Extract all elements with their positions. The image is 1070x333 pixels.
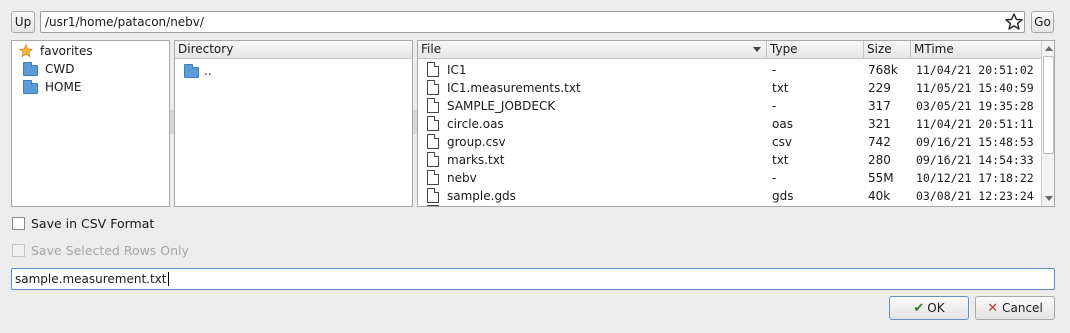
file-icon — [427, 188, 439, 203]
file-name: nebv — [447, 171, 477, 185]
file-mtime: 11/04/21 20:51:02 — [916, 63, 1034, 77]
text-cursor — [167, 272, 169, 286]
file-type: - — [772, 99, 777, 113]
file-type: - — [772, 63, 777, 77]
save-csv-checkbox[interactable] — [12, 217, 25, 230]
file-size: 317 — [868, 99, 891, 113]
directory-item-parent[interactable]: .. — [175, 62, 412, 80]
ok-check-icon: ✔ — [913, 300, 925, 316]
places-item-favorites[interactable]: favorites — [12, 42, 169, 60]
save-csv-label: Save in CSV Format — [31, 216, 155, 231]
file-row[interactable]: group.csv csv 742 09/16/21 15:48:53 — [418, 133, 1041, 151]
filename-input[interactable]: sample.measurement.txt — [11, 268, 1055, 290]
save-selected-checkbox[interactable] — [12, 244, 25, 257]
file-icon — [427, 98, 439, 113]
places-panel: favorites CWD HOME — [11, 40, 170, 207]
scroll-up-arrow[interactable] — [1045, 46, 1053, 51]
filename-input-value: sample.measurement.txt — [15, 272, 167, 286]
file-column-header[interactable]: File — [418, 41, 767, 59]
file-size: 280 — [868, 153, 891, 167]
file-mtime: 11/04/21 20:51:11 — [916, 117, 1034, 131]
directory-header[interactable]: Directory — [175, 41, 412, 59]
file-row[interactable]: SAMPLE_JOBDECK - 317 03/05/21 19:35:28 — [418, 97, 1041, 115]
mtime-column-header[interactable]: MTime — [911, 41, 1041, 59]
sort-down-icon — [753, 47, 761, 52]
file-row[interactable]: IC1 - 768k 11/04/21 20:51:02 — [418, 61, 1041, 79]
scrollbar-thumb[interactable] — [1043, 56, 1054, 154]
file-icon — [427, 170, 439, 185]
file-icon — [427, 116, 439, 131]
ok-button[interactable]: ✔ OK — [889, 296, 969, 320]
file-type: txt — [772, 81, 789, 95]
file-type: gds — [772, 189, 794, 203]
file-icon — [427, 152, 439, 167]
file-mtime: 09/16/21 15:48:53 — [916, 135, 1034, 149]
file-row-partial — [427, 205, 439, 206]
cancel-button[interactable]: ✕ Cancel — [975, 296, 1055, 320]
save-selected-label: Save Selected Rows Only — [31, 243, 189, 258]
file-icon — [427, 80, 439, 95]
places-item-label: favorites — [40, 44, 93, 58]
places-item-label: CWD — [45, 62, 75, 76]
file-size: 229 — [868, 81, 891, 95]
file-name: SAMPLE_JOBDECK — [447, 99, 556, 113]
folder-icon — [23, 80, 38, 94]
file-name: group.csv — [447, 135, 506, 149]
up-button[interactable]: Up — [11, 11, 35, 33]
places-item-home[interactable]: HOME — [12, 78, 169, 96]
file-name: sample.gds — [447, 189, 516, 203]
cancel-x-icon: ✕ — [987, 300, 999, 316]
directory-panel: Directory .. — [174, 40, 413, 207]
file-name: marks.txt — [447, 153, 505, 167]
go-button[interactable]: Go — [1031, 11, 1054, 33]
file-row[interactable]: nebv - 55M 10/12/21 17:18:22 — [418, 169, 1041, 187]
file-mtime: 09/16/21 14:54:33 — [916, 153, 1034, 167]
mtime-column-label: MTime — [914, 42, 954, 56]
star-outline-icon[interactable] — [1004, 12, 1024, 32]
folder-icon — [23, 62, 38, 76]
size-column-header[interactable]: Size — [864, 41, 911, 59]
file-mtime: 11/05/21 15:40:59 — [916, 81, 1034, 95]
places-item-cwd[interactable]: CWD — [12, 60, 169, 78]
file-row[interactable]: marks.txt txt 280 09/16/21 14:54:33 — [418, 151, 1041, 169]
file-size: 40k — [868, 189, 891, 203]
file-type: csv — [772, 135, 792, 149]
type-column-header[interactable]: Type — [767, 41, 864, 59]
folder-icon — [184, 64, 199, 78]
file-mtime: 03/08/21 12:23:24 — [916, 189, 1034, 203]
file-row[interactable]: IC1.measurements.txt txt 229 11/05/21 15:40… — [418, 79, 1041, 97]
directory-header-label: Directory — [178, 42, 234, 56]
file-size: 742 — [868, 135, 891, 149]
cancel-button-label: Cancel — [1002, 301, 1043, 315]
file-mtime: 10/12/21 17:18:22 — [916, 171, 1034, 185]
vertical-scrollbar[interactable] — [1041, 41, 1054, 206]
file-size: 768k — [868, 63, 898, 77]
file-name: circle.oas — [447, 117, 504, 131]
file-row[interactable]: circle.oas oas 321 11/04/21 20:51:11 — [418, 115, 1041, 133]
file-icon — [427, 62, 439, 77]
file-list-panel: File Type Size MTime IC1 - 768k 11/04/21 20… — [417, 40, 1055, 207]
file-mtime: 03/05/21 19:35:28 — [916, 99, 1034, 113]
file-name: IC1.measurements.txt — [447, 81, 581, 95]
file-column-label: File — [421, 42, 442, 56]
file-row[interactable]: sample.gds gds 40k 03/08/21 12:23:24 — [418, 187, 1041, 205]
file-size: 321 — [868, 117, 891, 131]
file-type: - — [772, 171, 777, 185]
size-column-label: Size — [867, 42, 892, 56]
file-type: oas — [772, 117, 793, 131]
path-input-value: /usr1/home/patacon/nebv/ — [45, 15, 204, 29]
path-input[interactable]: /usr1/home/patacon/nebv/ — [40, 11, 1025, 33]
file-type: txt — [772, 153, 789, 167]
file-icon — [427, 134, 439, 149]
directory-item-label: .. — [204, 64, 212, 78]
type-column-label: Type — [770, 42, 798, 56]
ok-button-label: OK — [927, 301, 945, 315]
file-name: IC1 — [447, 63, 467, 77]
scroll-down-arrow[interactable] — [1045, 196, 1053, 201]
file-size: 55M — [868, 171, 894, 185]
places-item-label: HOME — [45, 80, 82, 94]
